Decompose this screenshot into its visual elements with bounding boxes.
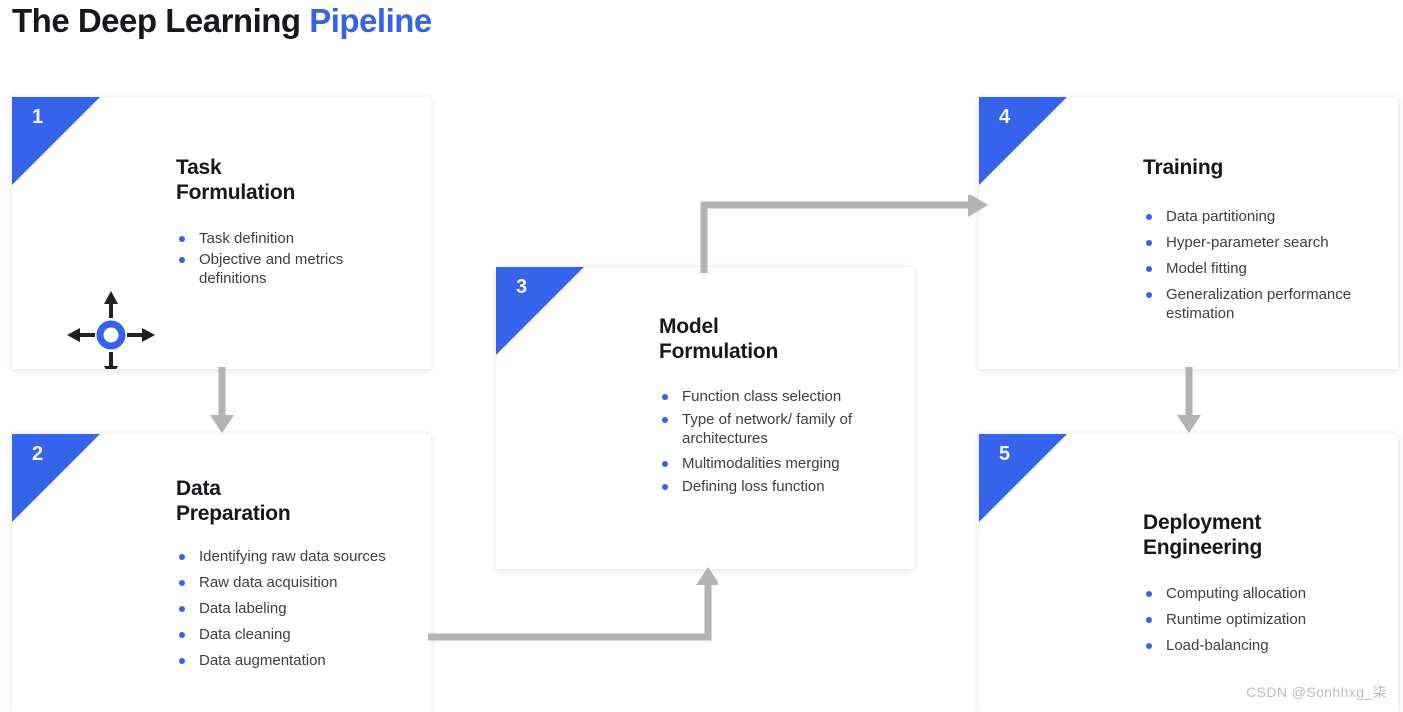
card-title-4: Training [1143, 155, 1223, 180]
card-title-line: Training [1143, 156, 1224, 179]
connector-card1-to-card2 [205, 367, 239, 437]
step-number-1: 1 [32, 106, 44, 128]
card-title-line: Task [176, 156, 222, 179]
step-number-4: 4 [999, 106, 1011, 128]
pipeline-step-card-2[interactable]: 2 Data Preparation Identifying raw data … [12, 434, 431, 712]
list-item: Function class selection [659, 387, 869, 406]
list-item: Raw data acquisition [176, 573, 426, 592]
card-title-line: Preparation [176, 502, 291, 525]
card-title-3: Model Formulation [659, 314, 778, 364]
step-corner-badge-3 [496, 267, 584, 355]
card-title-1: Task Formulation [176, 155, 295, 205]
list-item: Computing allocation [1143, 584, 1358, 603]
list-item: Defining loss function [659, 477, 869, 496]
step-number-2: 2 [32, 443, 44, 465]
connector-card3-to-card4 [700, 193, 990, 273]
page-title: The Deep Learning Pipeline [12, 0, 432, 42]
list-item: Data augmentation [176, 651, 426, 670]
card-bullets-1: Task definition Objective and metrics de… [176, 229, 391, 290]
pipeline-step-card-3[interactable]: 3 Model Formulation Function class selec… [496, 267, 914, 569]
card-title-line: Deployment [1143, 511, 1262, 534]
card-title-2: Data Preparation [176, 476, 291, 526]
step-corner-badge-4 [979, 97, 1067, 185]
step-corner-badge-1 [12, 97, 100, 185]
list-item: Multimodalities merging [659, 454, 869, 473]
crosshair-four-arrows-icon [65, 287, 157, 369]
card-title-line: Formulation [176, 181, 296, 204]
list-item: Data labeling [176, 599, 426, 618]
list-item: Data partitioning [1143, 207, 1358, 226]
card-title-line: Engineering [1143, 536, 1263, 559]
watermark-text: CSDN @Sonhhxg_柒 [1246, 684, 1387, 700]
step-corner-badge-5 [979, 434, 1067, 522]
list-item: Model fitting [1143, 259, 1358, 278]
step-number-3: 3 [516, 276, 528, 298]
connector-card2-to-card3 [428, 565, 720, 643]
step-corner-badge-2 [12, 434, 100, 522]
pipeline-step-card-5[interactable]: 5 Deployment Engineering Computing alloc… [979, 434, 1398, 712]
card-title-line: Data [176, 477, 221, 500]
list-item: Generalization performance estimation [1143, 285, 1358, 323]
card-bullets-2: Identifying raw data sources Raw data ac… [176, 547, 426, 677]
list-item: Identifying raw data sources [176, 547, 426, 566]
list-item: Data cleaning [176, 625, 426, 644]
card-bullets-5: Computing allocation Runtime optimizatio… [1143, 584, 1358, 662]
pipeline-step-card-1[interactable]: 1 Task Formulation Task definition Objec… [12, 97, 431, 369]
list-item: Runtime optimization [1143, 610, 1358, 629]
page-title-accent: Pipeline [309, 2, 432, 39]
list-item: Task definition [176, 229, 391, 248]
page-title-main: The Deep Learning [12, 2, 310, 39]
card-bullets-3: Function class selection Type of network… [659, 387, 869, 500]
list-item: Load-balancing [1143, 636, 1358, 655]
list-item: Objective and metrics definitions [176, 250, 391, 288]
step-number-5: 5 [999, 443, 1011, 465]
card-title-line: Formulation [659, 340, 779, 363]
connector-card4-to-card5 [1172, 367, 1206, 437]
pipeline-step-card-4[interactable]: 4 Training Data partitioning Hyper-param… [979, 97, 1398, 369]
card-title-line: Model [659, 315, 719, 338]
card-title-5: Deployment Engineering [1143, 510, 1262, 560]
list-item: Hyper-parameter search [1143, 233, 1358, 252]
card-bullets-4: Data partitioning Hyper-parameter search… [1143, 207, 1358, 330]
list-item: Type of network/ family of architectures [659, 410, 869, 448]
